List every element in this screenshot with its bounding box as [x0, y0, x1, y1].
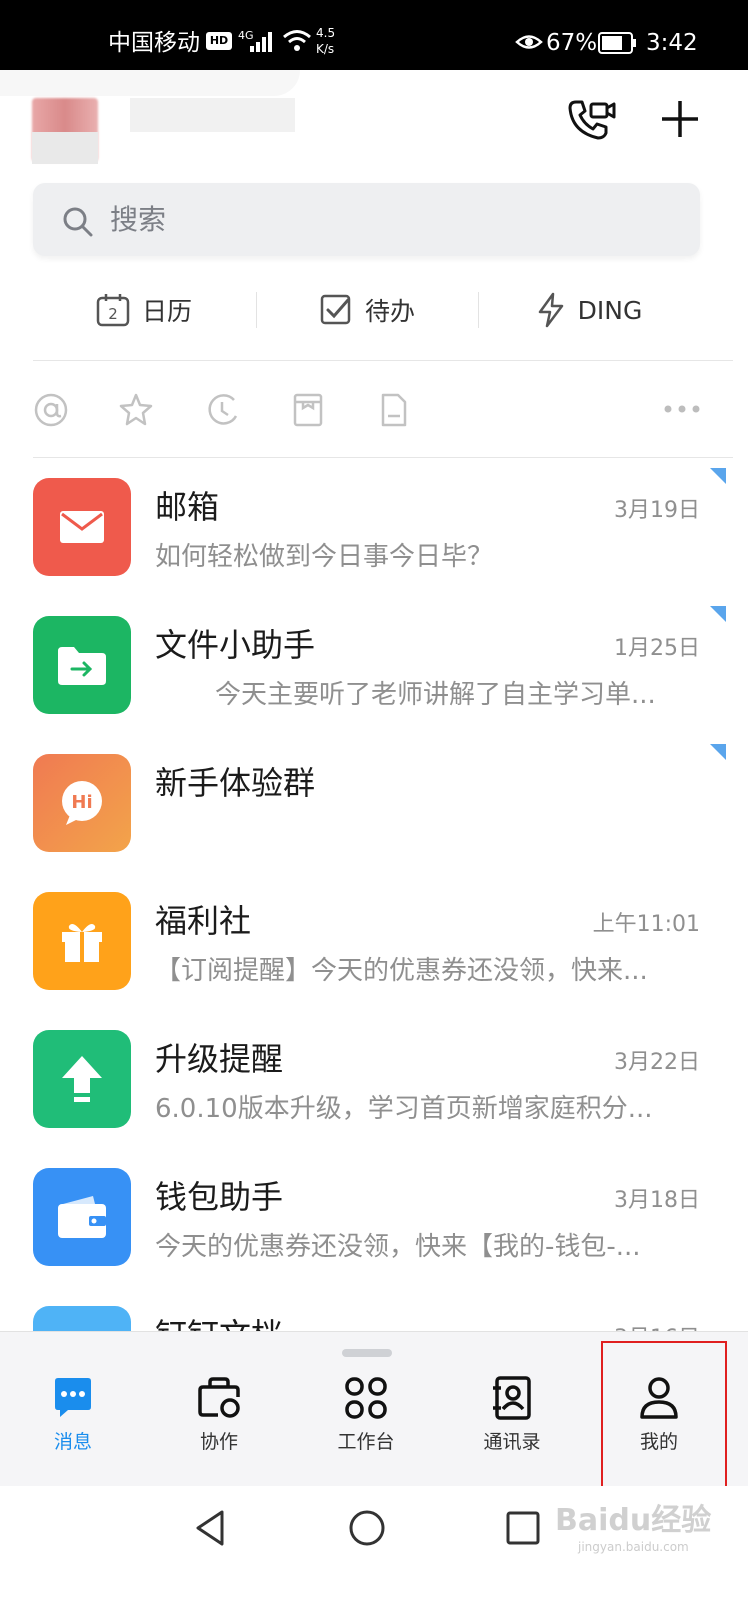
- list-item[interactable]: 邮箱 3月19日 如何轻松做到今日事今日毕？: [0, 468, 748, 616]
- organization-name-blurred[interactable]: [130, 98, 295, 132]
- conversation-title: 邮箱: [155, 488, 220, 526]
- todo-label: 待办: [364, 297, 415, 326]
- carrier-label: 中国移动: [108, 30, 200, 56]
- upgrade-app-icon: [33, 1030, 131, 1128]
- list-item[interactable]: Hi 新手体验群: [0, 744, 748, 892]
- calendar-icon: 2: [96, 294, 130, 327]
- list-item[interactable]: 升级提醒 3月22日 6.0.10版本升级，学习首页新增家庭积分...: [0, 1030, 748, 1168]
- contacts-icon: [493, 1376, 531, 1420]
- conversation-time: 上午11:01: [592, 912, 700, 937]
- recents-icon[interactable]: [505, 1510, 541, 1546]
- pinned-corner-marker: [710, 744, 726, 760]
- search-input[interactable]: 搜索: [33, 183, 700, 256]
- tab-label: 工作台: [337, 1431, 395, 1453]
- svg-text:Hi: Hi: [71, 792, 92, 813]
- wallet-icon: [58, 1196, 106, 1238]
- battery-icon: [598, 32, 636, 54]
- back-icon[interactable]: [192, 1508, 228, 1548]
- status-bar: 中国移动 HD 4G 4.5 K/s 67% 3:42: [0, 0, 748, 70]
- tab-label: 消息: [53, 1431, 92, 1453]
- todo-button[interactable]: 待办: [256, 275, 478, 345]
- conversation-time: 3月19日: [614, 498, 700, 523]
- tab-collaborate[interactable]: 协作: [164, 1375, 274, 1465]
- divider: [33, 360, 733, 361]
- conversation-title: 升级提醒: [155, 1040, 284, 1078]
- tab-label: 通讯录: [483, 1431, 541, 1453]
- ding-button[interactable]: DING: [478, 275, 700, 345]
- calendar-label: 日历: [141, 297, 192, 326]
- conversation-time: 3月18日: [614, 1188, 700, 1213]
- list-item[interactable]: 钱包助手 3月18日 今天的优惠券还没领，快来【我的-钱包-...: [0, 1168, 748, 1306]
- tab-workbench[interactable]: 工作台: [311, 1375, 421, 1465]
- folder-icon: [58, 647, 106, 685]
- archive-icon[interactable]: [290, 392, 326, 428]
- wifi-icon: [283, 30, 311, 51]
- file-helper-app-icon: [33, 616, 131, 714]
- net-speed-unit: K/s: [316, 42, 335, 56]
- conversation-preview: 如何轻松做到今日事今日毕？: [155, 542, 494, 572]
- blurred-header-band: [0, 70, 300, 96]
- home-icon[interactable]: [347, 1508, 387, 1548]
- list-item[interactable]: 文件小助手 1月25日 今天主要听了老师讲解了自主学习单...: [0, 606, 748, 754]
- watermark: Baidu经验: [555, 1503, 712, 1538]
- battery-percent: 67%: [546, 30, 598, 56]
- net-speed-value: 4.5: [316, 26, 336, 40]
- welfare-app-icon: [33, 892, 131, 990]
- mail-icon: [60, 511, 104, 543]
- conversation-title: 新手体验群: [155, 764, 316, 802]
- conversation-title: 福利社: [155, 902, 252, 940]
- conversation-title: 钱包助手: [155, 1178, 284, 1216]
- hd-badge: HD: [206, 32, 232, 50]
- star-icon[interactable]: [118, 392, 154, 428]
- hi-chat-icon: Hi: [62, 781, 102, 825]
- wallet-app-icon: [33, 1168, 131, 1266]
- signal-icon: [250, 32, 272, 52]
- annotation-highlight-box: [601, 1341, 727, 1495]
- clock-icon[interactable]: [204, 392, 240, 428]
- document-icon[interactable]: [376, 392, 412, 428]
- calendar-button[interactable]: 2 日历: [33, 275, 255, 345]
- watermark-url: jingyan.baidu.com: [578, 1540, 689, 1554]
- conversation-preview: 6.0.10版本升级，学习首页新增家庭积分...: [155, 1094, 653, 1124]
- avatar-blur-shadow: [32, 132, 98, 164]
- collaborate-icon: [198, 1377, 240, 1418]
- eye-comfort-icon: [515, 35, 543, 49]
- tab-label: 协作: [199, 1431, 238, 1453]
- checkbox-icon: [320, 294, 351, 325]
- message-icon: [55, 1378, 91, 1417]
- conversation-preview: 【订阅提醒】今天的优惠券还没领，快来...: [155, 956, 648, 986]
- divider: [33, 457, 733, 458]
- add-icon[interactable]: [660, 99, 700, 139]
- workbench-icon: [345, 1377, 387, 1419]
- conversation-time: 3月22日: [614, 1050, 700, 1075]
- drag-handle[interactable]: [342, 1349, 392, 1357]
- tab-messages[interactable]: 消息: [18, 1375, 128, 1465]
- pinned-corner-marker: [710, 468, 726, 484]
- clock-time: 3:42: [646, 30, 698, 56]
- list-item[interactable]: 福利社 上午11:01 【订阅提醒】今天的优惠券还没领，快来...: [0, 892, 748, 1030]
- conversation-title: 文件小助手: [155, 626, 316, 664]
- ding-label: DING: [577, 295, 643, 325]
- mail-app-icon: [33, 478, 131, 576]
- calendar-day-badge: 2: [108, 305, 118, 323]
- upgrade-arrow-icon: [62, 1056, 102, 1102]
- more-icon[interactable]: [663, 402, 701, 416]
- pinned-corner-marker: [710, 606, 726, 622]
- search-placeholder: 搜索: [110, 203, 167, 236]
- tab-contacts[interactable]: 通讯录: [457, 1375, 567, 1465]
- newbie-group-app-icon: Hi: [33, 754, 131, 852]
- lightning-icon: [538, 292, 563, 328]
- conversation-time: 1月25日: [614, 636, 700, 661]
- video-call-icon[interactable]: [566, 98, 616, 142]
- conversation-preview: 今天的优惠券还没领，快来【我的-钱包-...: [155, 1232, 641, 1262]
- at-icon[interactable]: [33, 392, 69, 428]
- conversation-preview: 今天主要听了老师讲解了自主学习单...: [215, 680, 656, 710]
- search-icon: [63, 207, 93, 237]
- gift-icon: [62, 924, 102, 962]
